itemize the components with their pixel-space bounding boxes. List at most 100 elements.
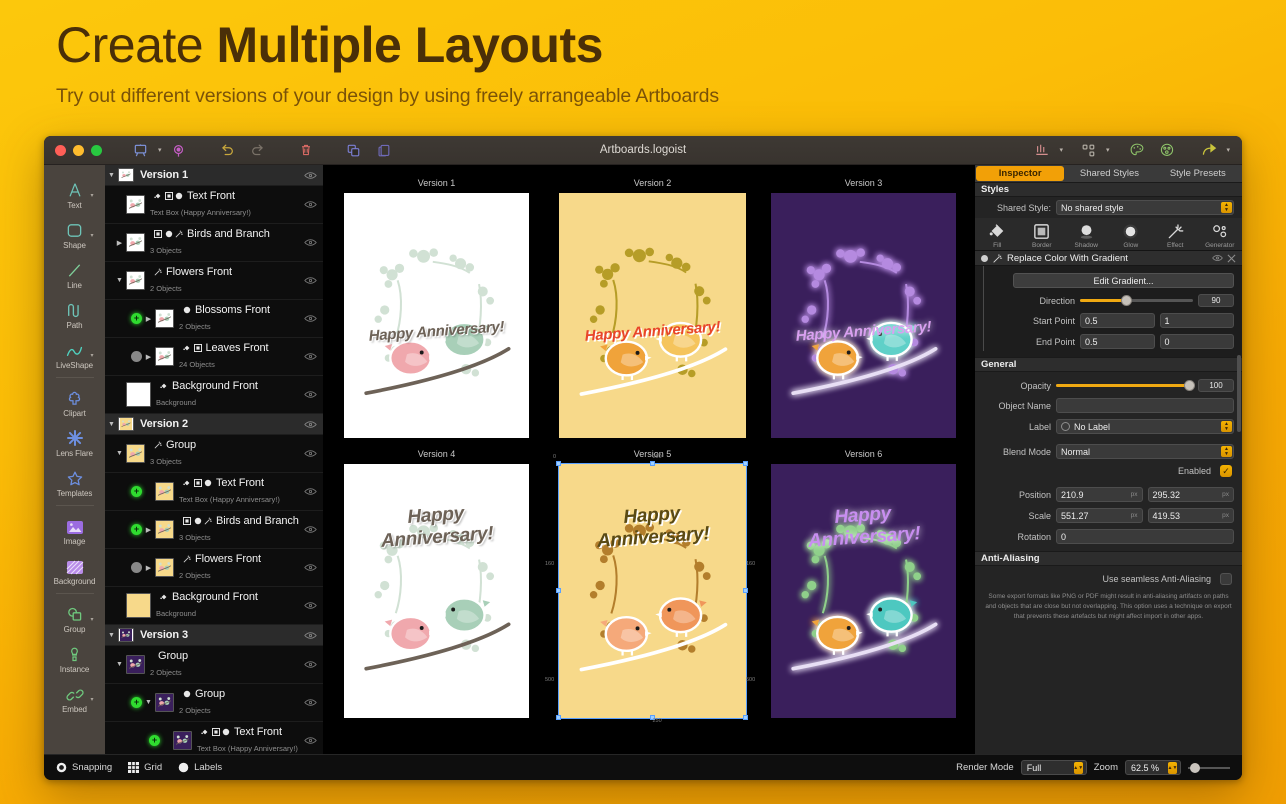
eye-icon[interactable]: [304, 563, 317, 572]
tool-lens-flare[interactable]: Lens Flare: [47, 421, 103, 461]
direction-value[interactable]: 90: [1198, 294, 1234, 307]
layer-row[interactable]: ▶Flowers Front2 Objects: [105, 549, 323, 587]
maximize-button[interactable]: [91, 145, 102, 156]
disclosure-triangle-icon[interactable]: ▶: [142, 526, 155, 534]
eye-icon[interactable]: [304, 276, 317, 285]
style-generator[interactable]: Generator: [1198, 221, 1243, 249]
copy-style-button[interactable]: [371, 139, 399, 161]
layer-link-node[interactable]: +: [149, 735, 160, 746]
close-button[interactable]: [55, 145, 66, 156]
artboard[interactable]: Version 2: [559, 193, 746, 438]
disclosure-triangle-icon[interactable]: ▼: [105, 421, 118, 428]
resize-handle[interactable]: [743, 715, 748, 720]
eye-icon[interactable]: [304, 631, 317, 640]
artboard-canvas[interactable]: HappyAnniversary!: [559, 464, 746, 718]
layer-row[interactable]: +▶Birds and Branch3 Objects: [105, 511, 323, 549]
canvas-area[interactable]: ✛ Version 1: [324, 165, 974, 754]
group-caret-icon[interactable]: ▾: [90, 616, 93, 623]
layer-group-row[interactable]: ▼Version 2: [105, 414, 323, 435]
style-fill[interactable]: Fill: [975, 221, 1020, 249]
artboard-canvas[interactable]: Happy Anniversary!: [559, 193, 746, 438]
distribute-button[interactable]: [1075, 139, 1103, 161]
snapping-toggle[interactable]: Snapping: [56, 762, 112, 773]
chevron-updown-icon[interactable]: ▲▼: [1074, 762, 1083, 774]
disclosure-triangle-icon[interactable]: ▼: [113, 661, 126, 668]
opacity-value[interactable]: 100: [1198, 379, 1234, 392]
tool-line[interactable]: Line: [47, 253, 103, 293]
artboard-canvas[interactable]: Happy Anniversary!: [771, 193, 956, 438]
palette-button[interactable]: [1123, 139, 1151, 161]
tool-shape[interactable]: ▾ Shape: [47, 213, 103, 253]
eye-icon[interactable]: [304, 352, 317, 361]
tool-instance[interactable]: Instance: [47, 637, 103, 677]
artboard[interactable]: Version 5: [559, 464, 746, 718]
eye-icon[interactable]: [304, 525, 317, 534]
eye-icon[interactable]: [304, 200, 317, 209]
tool-clipart[interactable]: Clipart: [47, 381, 103, 421]
scale-y-input[interactable]: 419.53 px: [1148, 508, 1235, 523]
tool-templates[interactable]: Templates: [47, 461, 103, 501]
eye-icon[interactable]: [304, 736, 317, 745]
start-point-y[interactable]: 1: [1160, 313, 1235, 328]
layer-link-node[interactable]: +: [131, 524, 142, 535]
layer-row[interactable]: ▼Group2 Objects: [105, 646, 323, 684]
disclosure-triangle-icon[interactable]: ▼: [113, 450, 126, 457]
enabled-checkbox[interactable]: ✓: [1220, 465, 1232, 477]
grid-toggle[interactable]: Grid: [128, 762, 162, 773]
chevron-updown-icon[interactable]: ▲▼: [1221, 202, 1232, 213]
disclosure-triangle-icon[interactable]: ▶: [113, 239, 126, 247]
minimize-button[interactable]: [73, 145, 84, 156]
text-caret-icon[interactable]: ▾: [90, 192, 93, 199]
eye-icon[interactable]: [304, 487, 317, 496]
object-name-input[interactable]: [1056, 398, 1234, 413]
layer-row[interactable]: +▶Blossoms Front2 Objects: [105, 300, 323, 338]
close-icon[interactable]: [1227, 254, 1236, 263]
artboard-canvas[interactable]: HappyAnniversary!: [344, 464, 529, 718]
share-button[interactable]: [1195, 139, 1223, 161]
blend-mode-select[interactable]: Normal ▲▼: [1056, 444, 1234, 459]
zoom-slider-knob[interactable]: [1190, 763, 1200, 773]
disclosure-triangle-icon[interactable]: ▼: [105, 632, 118, 639]
tab-style-presets[interactable]: Style Presets: [1154, 165, 1242, 182]
layer-row[interactable]: +Text FrontText Box (Happy Anniversary!): [105, 473, 323, 511]
layer-row[interactable]: +▼Group2 Objects: [105, 684, 323, 722]
style-glow[interactable]: Glow: [1109, 221, 1154, 249]
zoom-slider[interactable]: [1188, 767, 1230, 769]
style-effect[interactable]: Effect: [1153, 221, 1198, 249]
rotation-input[interactable]: 0: [1056, 529, 1234, 544]
tool-text[interactable]: ▾ Text: [47, 173, 103, 213]
labels-toggle[interactable]: Labels: [178, 762, 222, 773]
eye-icon[interactable]: [304, 449, 317, 458]
end-point-x[interactable]: 0.5: [1080, 334, 1155, 349]
direction-slider[interactable]: [1080, 299, 1193, 302]
eye-icon[interactable]: [304, 420, 317, 429]
eye-icon[interactable]: [304, 314, 317, 323]
layer-row[interactable]: ▼Flowers Front2 Objects: [105, 262, 323, 300]
tool-path[interactable]: Path: [47, 293, 103, 333]
artboard-caret-icon[interactable]: ▾: [158, 146, 162, 154]
undo-button[interactable]: [213, 139, 241, 161]
layer-link-node[interactable]: [131, 562, 142, 573]
opacity-slider-knob[interactable]: [1184, 380, 1195, 391]
edit-gradient-button[interactable]: Edit Gradient...: [1013, 273, 1234, 288]
layer-group-row[interactable]: ▼Version 1: [105, 165, 323, 186]
position-x-input[interactable]: 210.9 px: [1056, 487, 1143, 502]
artboard-canvas[interactable]: Happy Anniversary!: [344, 193, 529, 438]
eye-icon[interactable]: [304, 390, 317, 399]
resize-handle[interactable]: [556, 715, 561, 720]
artboard-tool-button[interactable]: [126, 139, 154, 161]
tool-embed[interactable]: ▾ Embed: [47, 677, 103, 717]
disclosure-triangle-icon[interactable]: ▶: [142, 315, 155, 323]
disclosure-triangle-icon[interactable]: ▼: [142, 699, 155, 706]
effect-enabled-dot[interactable]: [981, 255, 988, 262]
tool-image[interactable]: Image: [47, 509, 103, 549]
layer-row[interactable]: +Text FrontText Box (Happy Anniversary!): [105, 722, 323, 754]
resize-handle[interactable]: [743, 588, 748, 593]
tool-liveshape[interactable]: ▾ LiveShape: [47, 333, 103, 373]
render-mode-select[interactable]: Full ▲▼: [1021, 760, 1087, 775]
layer-row[interactable]: Background FrontBackground: [105, 587, 323, 625]
tab-shared-styles[interactable]: Shared Styles: [1065, 165, 1153, 182]
layer-link-node[interactable]: [131, 351, 142, 362]
chevron-updown-icon[interactable]: ▲▼: [1168, 762, 1177, 774]
end-point-y[interactable]: 0: [1160, 334, 1235, 349]
